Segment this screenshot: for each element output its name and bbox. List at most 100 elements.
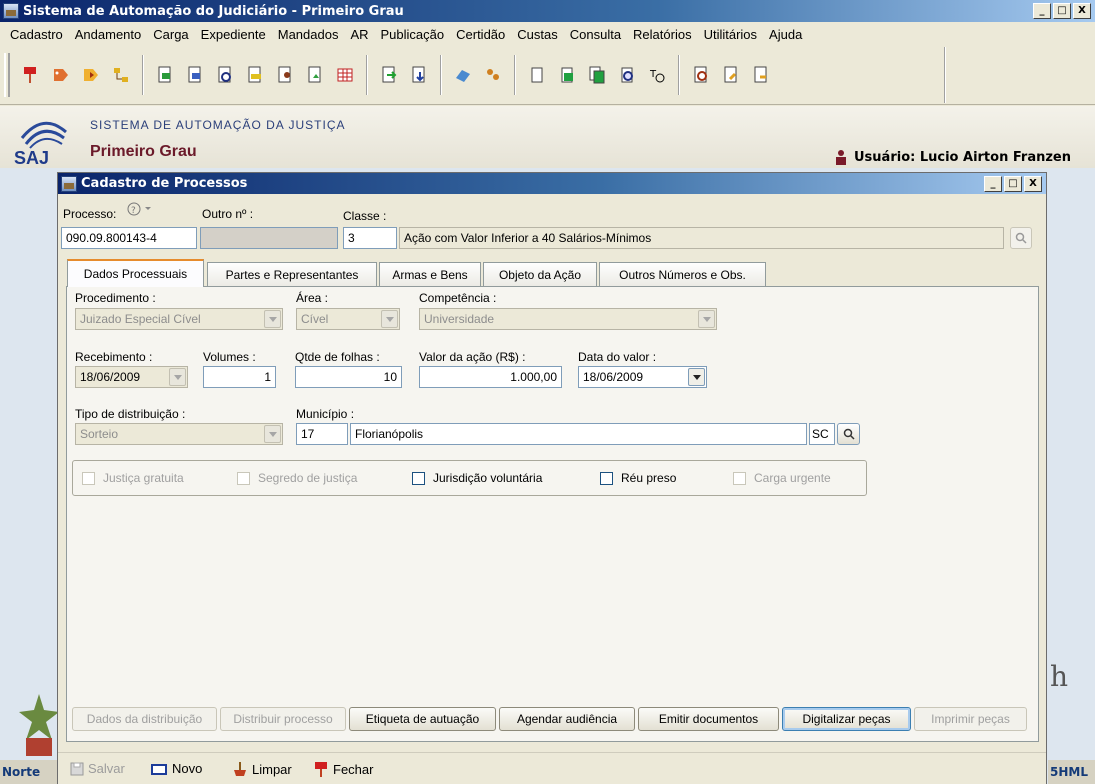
data-valor-field[interactable]: 18/06/2009 [578, 366, 707, 388]
competencia-select: Universidade [419, 308, 717, 330]
tab-armas-bens[interactable]: Armas e Bens [379, 262, 481, 286]
menu-carga[interactable]: Carga [147, 27, 194, 42]
system-name: SISTEMA DE AUTOMAÇÃO DA JUSTIÇA [90, 118, 346, 132]
classe-code-field[interactable]: 3 [343, 227, 397, 249]
tag-arrow-icon[interactable] [80, 64, 102, 86]
doc-person-icon[interactable] [274, 64, 296, 86]
limpar-button[interactable]: Limpar [232, 761, 292, 777]
doc-edit-icon[interactable] [184, 64, 206, 86]
network-icon[interactable] [110, 64, 132, 86]
folhas-label: Qtde de folhas : [295, 350, 380, 364]
main-title-bar[interactable]: Sistema de Automação do Judiciário - Pri… [0, 0, 1095, 22]
menu-expediente[interactable]: Expediente [195, 27, 272, 42]
child-title-bar[interactable]: Cadastro de Processos _ □ X [58, 173, 1046, 194]
menu-utilitarios[interactable]: Utilitários [698, 27, 763, 42]
menu-andamento[interactable]: Andamento [69, 27, 148, 42]
municipio-name-field[interactable]: Florianópolis [350, 423, 807, 445]
toolbar-separator [514, 55, 516, 95]
status-region-right: 5HML [1048, 760, 1095, 784]
fechar-button[interactable]: Fechar [313, 761, 373, 777]
agendar-audiencia-button[interactable]: Agendar audiência [499, 707, 635, 731]
people-icon[interactable] [482, 64, 504, 86]
page-icon[interactable] [526, 64, 548, 86]
tag-icon[interactable] [50, 64, 72, 86]
checkbox-label: Réu preso [621, 471, 677, 485]
banner: SAJ SISTEMA DE AUTOMAÇÃO DA JUSTIÇA Prim… [0, 106, 1095, 168]
text-tool-icon[interactable]: T [646, 64, 668, 86]
doc-move-icon[interactable] [304, 64, 326, 86]
outro-numero-field[interactable] [200, 227, 338, 249]
doc-upload-icon[interactable] [720, 64, 742, 86]
tab-partes-representantes[interactable]: Partes e Representantes [207, 262, 377, 286]
doc-export-icon[interactable] [750, 64, 772, 86]
menu-custas[interactable]: Custas [511, 27, 563, 42]
pin-icon[interactable] [20, 64, 42, 86]
child-minimize-button[interactable]: _ [984, 176, 1002, 192]
menu-consulta[interactable]: Consulta [564, 27, 627, 42]
cadastro-processos-window: Cadastro de Processos _ □ X Processo: ? … [57, 172, 1047, 784]
tab-dados-processuais[interactable]: Dados Processuais [67, 259, 204, 287]
municipio-search-button[interactable] [837, 423, 860, 445]
page-copy-icon[interactable] [586, 64, 608, 86]
menu-relatorios[interactable]: Relatórios [627, 27, 698, 42]
jurisdicao-voluntaria-checkbox[interactable]: Jurisdição voluntária [412, 471, 542, 485]
justica-gratuita-checkbox[interactable]: Justiça gratuita [82, 471, 184, 485]
chevron-down-icon [264, 310, 281, 328]
municipio-code-field[interactable]: 17 [296, 423, 348, 445]
tab-objeto-acao[interactable]: Objeto da Ação [483, 262, 597, 286]
doc-search-icon[interactable] [214, 64, 236, 86]
child-close-button[interactable]: X [1024, 176, 1042, 192]
child-maximize-button[interactable]: □ [1004, 176, 1022, 192]
volumes-field[interactable]: 1 [203, 366, 276, 388]
dados-distribuicao-button[interactable]: Dados da distribuição [72, 707, 217, 731]
distribuir-processo-button[interactable]: Distribuir processo [220, 707, 346, 731]
processo-info-icon[interactable]: ? [126, 201, 154, 217]
menu-publicacao[interactable]: Publicação [375, 27, 451, 42]
chevron-down-icon [264, 425, 281, 443]
menu-mandados[interactable]: Mandados [272, 27, 345, 42]
tab-outros-numeros[interactable]: Outros Números e Obs. [599, 262, 766, 286]
menu-ar[interactable]: AR [344, 27, 374, 42]
eraser-icon[interactable] [452, 64, 474, 86]
status-region-left: Norte [0, 760, 60, 784]
imprimir-pecas-button[interactable]: Imprimir peças [914, 707, 1027, 731]
page-green-icon[interactable] [556, 64, 578, 86]
table-icon[interactable] [334, 64, 356, 86]
page-zoom-icon[interactable] [616, 64, 638, 86]
valor-acao-field[interactable]: 1.000,00 [419, 366, 562, 388]
tipo-distribuicao-value: Sorteio [80, 427, 119, 441]
tipo-distribuicao-select: Sorteio [75, 423, 283, 445]
menu-cadastro[interactable]: Cadastro [4, 27, 69, 42]
salvar-button[interactable]: Salvar [70, 761, 125, 776]
novo-button[interactable]: Novo [150, 761, 202, 776]
carga-urgente-checkbox[interactable]: Carga urgente [733, 471, 831, 485]
segredo-justica-checkbox[interactable]: Segredo de justiça [237, 471, 357, 485]
recebimento-label: Recebimento : [75, 350, 153, 364]
toolbar-grip[interactable] [4, 53, 10, 97]
doc-add-icon[interactable] [154, 64, 176, 86]
menu-certidao[interactable]: Certidão [450, 27, 511, 42]
classe-search-button[interactable] [1010, 227, 1032, 249]
maximize-button[interactable]: □ [1053, 3, 1071, 19]
tab-panel-dados-processuais: Procedimento : Juizado Especial Cível Ár… [66, 286, 1039, 742]
doc-download-icon[interactable] [408, 64, 430, 86]
emitir-documentos-button[interactable]: Emitir documentos [638, 707, 779, 731]
svg-text:?: ? [131, 206, 136, 216]
reu-preso-checkbox[interactable]: Réu preso [600, 471, 676, 485]
doc-forward-icon[interactable] [378, 64, 400, 86]
close-button[interactable]: X [1073, 3, 1091, 19]
menu-ajuda[interactable]: Ajuda [763, 27, 808, 42]
digitalizar-pecas-button[interactable]: Digitalizar peças [782, 707, 911, 731]
procedimento-value: Juizado Especial Cível [80, 312, 201, 326]
processo-field[interactable]: 090.09.800143-4 [61, 227, 197, 249]
broom-icon [234, 762, 246, 776]
chevron-down-icon[interactable] [688, 368, 705, 386]
procedimento-label: Procedimento : [75, 291, 156, 305]
checkbox-box [237, 471, 250, 485]
folhas-field[interactable]: 10 [295, 366, 402, 388]
etiqueta-autuacao-button[interactable]: Etiqueta de autuação [349, 707, 496, 731]
minimize-button[interactable]: _ [1033, 3, 1051, 19]
doc-find-icon[interactable] [690, 64, 712, 86]
new-document-icon [151, 763, 167, 775]
doc-highlight-icon[interactable] [244, 64, 266, 86]
